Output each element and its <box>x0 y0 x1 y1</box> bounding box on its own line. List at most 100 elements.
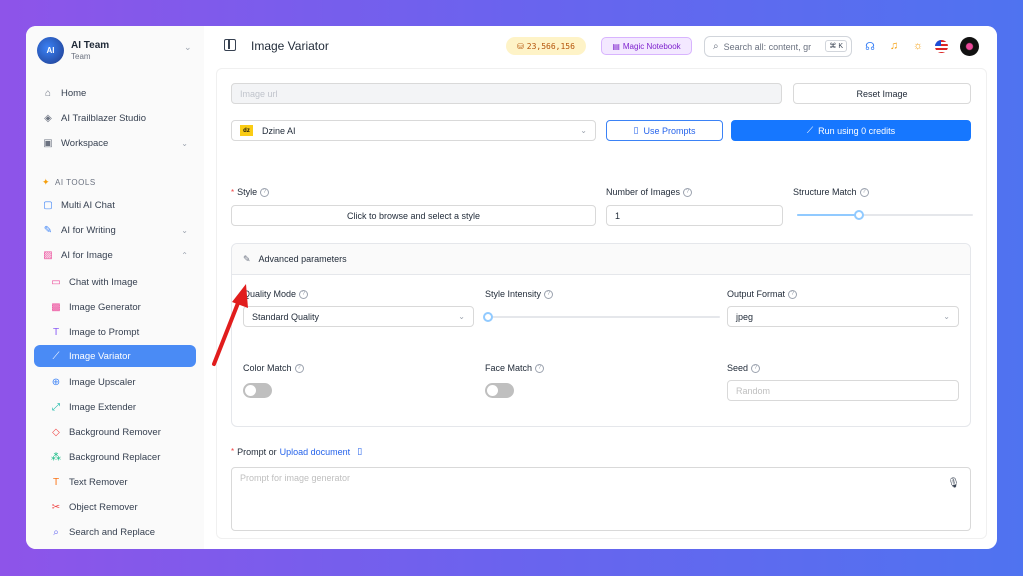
help-icon: ? <box>751 363 761 373</box>
chevron-down-icon: ⌄ <box>943 312 950 321</box>
help-icon: ? <box>544 289 554 299</box>
credits-badge[interactable]: ⛁ 23,566,156 <box>506 37 586 55</box>
sidebar-item-chat-with-image[interactable]: ▭ Chat with Image <box>42 271 196 293</box>
section-label-text: AI TOOLS <box>55 178 96 187</box>
sidebar-item-label: AI for Writing <box>61 224 116 236</box>
pen-icon: ✎ <box>43 224 53 236</box>
face-match-label-text: Face Match <box>485 363 533 373</box>
required-marker: * <box>231 447 235 456</box>
sidebar-item-label: Multi AI Chat <box>61 199 115 211</box>
advanced-parameters-panel: ✎ Advanced parameters Quality Mode ? Sta… <box>231 243 971 427</box>
number-of-images-input[interactable]: 1 <box>606 205 783 226</box>
structure-match-label: Structure Match ? <box>793 187 869 197</box>
sidebar-item-label: Text Remover <box>69 476 128 488</box>
slider-handle[interactable] <box>483 312 493 322</box>
quality-mode-select[interactable]: Standard Quality ⌄ <box>243 306 474 327</box>
us-flag-icon[interactable] <box>935 40 948 53</box>
global-search[interactable]: ⌕ Search all: content, gr ⌘ K <box>704 36 852 57</box>
provider-select[interactable]: dz Dzine AI ⌄ <box>231 120 596 141</box>
chevron-down-icon: ⌄ <box>458 312 465 321</box>
chat-icon: ▢ <box>43 199 53 211</box>
sidebar-item-home[interactable]: ⌂ Home <box>34 82 196 104</box>
face-match-label: Face Match ? <box>485 363 545 373</box>
sidebar-item-object-remover[interactable]: ✂ Object Remover <box>42 496 196 518</box>
sidebar-item-image-upscaler[interactable]: ⊕ Image Upscaler <box>42 371 196 393</box>
output-format-label-text: Output Format <box>727 289 786 299</box>
sidebar-item-ai-for-writing[interactable]: ✎ AI for Writing ⌄ <box>34 219 196 241</box>
sidebar-item-image-to-prompt[interactable]: T Image to Prompt <box>42 321 196 343</box>
style-intensity-label-text: Style Intensity <box>485 289 542 299</box>
layers-icon: ◈ <box>44 112 52 124</box>
sidebar-item-background-remover[interactable]: ◇ Background Remover <box>42 421 196 443</box>
bell-icon[interactable]: ♫ <box>887 39 901 53</box>
sidebar-item-ai-trailblazer-studio[interactable]: ◈ AI Trailblazer Studio <box>34 107 196 129</box>
sidebar-item-label: Image Generator <box>69 301 141 313</box>
sidebar-item-background-replacer[interactable]: ⁂ Background Replacer <box>42 446 196 468</box>
upload-document-link[interactable]: Upload document <box>280 447 351 457</box>
eraser-icon: ◇ <box>52 426 60 438</box>
output-format-label: Output Format ? <box>727 289 798 299</box>
sidebar-item-image-generator[interactable]: ▩ Image Generator <box>42 296 196 318</box>
output-format-select[interactable]: jpeg ⌄ <box>727 306 959 327</box>
seed-input[interactable]: Random <box>727 380 959 401</box>
sidebar-item-label: Workspace <box>61 137 109 149</box>
sidebar-item-ai-for-image[interactable]: ▨ AI for Image ⌃ <box>34 244 196 266</box>
slider-handle[interactable] <box>853 210 864 220</box>
prompt-label-text: Prompt or <box>237 446 277 457</box>
magic-wand-icon: ⟋ <box>806 125 814 135</box>
replace-icon: ⁂ <box>51 451 61 463</box>
style-select-button[interactable]: Click to browse and select a style <box>231 205 596 226</box>
document-icon: ▯ <box>633 125 639 135</box>
color-match-label-text: Color Match <box>243 363 292 373</box>
seed-placeholder: Random <box>736 385 771 396</box>
sidebar-item-multi-ai-chat[interactable]: ▢ Multi AI Chat <box>34 194 196 216</box>
chevron-down-icon: ⌄ <box>181 138 188 148</box>
sidebar-item-label: Image Variator <box>69 350 131 362</box>
seed-label: Seed ? <box>727 363 761 373</box>
sidebar-item-image-variator[interactable]: ⟋ Image Variator <box>34 345 196 367</box>
headset-icon[interactable]: ☊ <box>863 39 877 53</box>
sidebar-item-label: AI for Image <box>61 249 113 261</box>
prompt-textarea[interactable]: Prompt for image generator 🎙 <box>231 467 971 531</box>
help-icon: ? <box>683 187 693 197</box>
chevron-down-icon: ⌄ <box>580 126 587 135</box>
slider-track <box>488 316 720 318</box>
quality-mode-label-text: Quality Mode <box>243 289 297 299</box>
image-url-input[interactable]: Image url <box>231 83 782 104</box>
output-format-value: jpeg <box>736 311 754 322</box>
run-button[interactable]: ⟋ Run using 0 credits <box>731 120 971 141</box>
face-match-toggle[interactable] <box>485 383 514 398</box>
sidebar-item-workspace[interactable]: ▣ Workspace ⌄ <box>34 132 196 154</box>
help-icon: ? <box>859 187 869 197</box>
color-match-toggle[interactable] <box>243 383 272 398</box>
sun-icon[interactable]: ☼ <box>911 39 925 53</box>
sparkle-icon: ✦ <box>42 177 51 187</box>
image-url-placeholder: Image url <box>240 88 278 99</box>
credits-value: 23,566,156 <box>526 41 575 51</box>
color-match-label: Color Match ? <box>243 363 304 373</box>
structure-match-label-text: Structure Match <box>793 187 857 197</box>
image-sparkle-icon: ▩ <box>51 301 61 313</box>
use-prompts-button[interactable]: ▯ Use Prompts <box>606 120 723 141</box>
team-switcher[interactable]: AI AI Team Team ⌄ <box>36 36 196 66</box>
advanced-parameters-title: Advanced parameters <box>258 254 347 264</box>
advanced-parameters-header[interactable]: ✎ Advanced parameters <box>232 244 970 275</box>
sidebar-item-search-and-replace[interactable]: ⌕ Search and Replace <box>42 521 196 543</box>
help-icon: ? <box>788 289 798 299</box>
magic-notebook-button[interactable]: ▤ Magic Notebook <box>601 37 692 55</box>
use-prompts-label: Use Prompts <box>643 125 696 136</box>
microphone-off-icon[interactable]: 🎙 <box>947 478 960 489</box>
sidebar-item-label: Chat with Image <box>69 276 138 288</box>
sidebar-toggle-icon[interactable] <box>224 39 236 51</box>
sidebar-item-image-extender[interactable]: ⤢ Image Extender <box>42 396 196 418</box>
prompt-label: * Prompt or Upload document ▯ <box>231 446 362 457</box>
sidebar-item-text-remover[interactable]: T Text Remover <box>42 471 196 493</box>
avatar[interactable] <box>960 37 979 56</box>
reset-image-button[interactable]: Reset Image <box>793 83 971 104</box>
magic-wand-icon: ⟋ <box>52 350 60 362</box>
style-intensity-slider[interactable] <box>483 312 720 322</box>
search-icon: ⌕ <box>713 41 719 52</box>
sidebar-item-label: Image Upscaler <box>69 376 136 388</box>
file-icon[interactable]: ▯ <box>357 446 362 457</box>
structure-match-slider[interactable] <box>797 210 973 220</box>
